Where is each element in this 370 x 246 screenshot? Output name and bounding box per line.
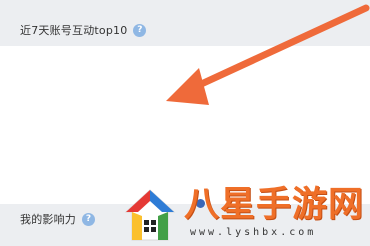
- colorful-house-logo: [124, 189, 176, 241]
- top10-content-area: [0, 46, 370, 204]
- watermark: 八星手游网 www.lyshbx.com: [118, 184, 370, 246]
- watermark-url: www.lyshbx.com: [190, 227, 317, 238]
- question-mark-icon[interactable]: ?: [133, 23, 147, 37]
- watermark-text: 八星手游网: [184, 185, 365, 225]
- section-title-influence: 我的影响力: [20, 213, 76, 226]
- question-mark-icon[interactable]: ?: [82, 212, 95, 226]
- section-title-top10: 近7天账号互动top10: [20, 24, 128, 37]
- section-header-top10: 近7天账号互动top10 ?: [0, 16, 370, 44]
